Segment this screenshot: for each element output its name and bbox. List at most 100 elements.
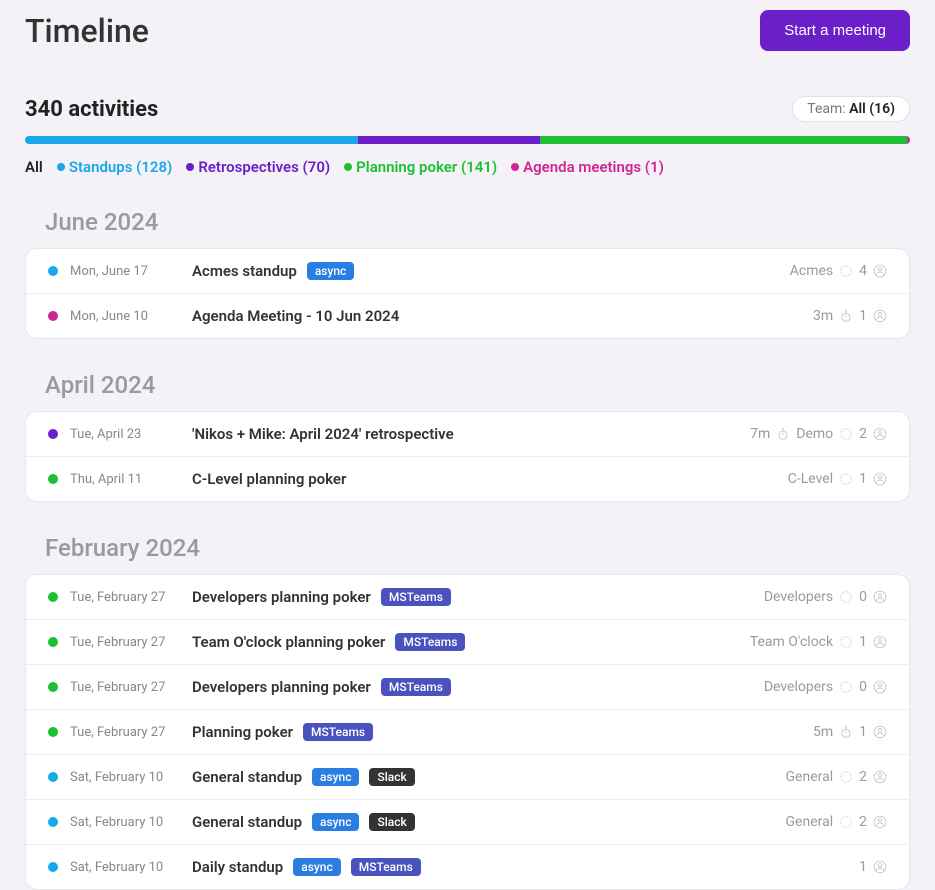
month-heading: April 2024 bbox=[45, 371, 910, 399]
activity-row[interactable]: Sat, February 10Daily standupasyncMSTeam… bbox=[26, 845, 909, 889]
activity-row[interactable]: Sat, February 10General standupasyncSlac… bbox=[26, 755, 909, 800]
filter-planning-poker[interactable]: Planning poker (141) bbox=[344, 158, 497, 176]
activity-type-dot-icon bbox=[48, 474, 58, 484]
async-badge: async bbox=[293, 858, 340, 876]
filter-agenda-meetings[interactable]: Agenda meetings (1) bbox=[511, 158, 664, 176]
team-filter-value: All (16) bbox=[849, 101, 895, 117]
activity-type-dot-icon bbox=[48, 772, 58, 782]
activity-row[interactable]: Tue, February 27 Developers planning poke… bbox=[26, 575, 909, 620]
activity-title-wrap: General standupasyncSlack bbox=[192, 813, 415, 831]
team-filter-pill[interactable]: Team: All (16) bbox=[792, 96, 910, 122]
activity-people-count: 1 bbox=[859, 308, 867, 324]
team-icon bbox=[839, 815, 853, 829]
dot-icon bbox=[57, 163, 65, 171]
activity-people-count: 0 bbox=[859, 679, 867, 695]
stopwatch-icon bbox=[776, 427, 790, 441]
segment-poker bbox=[540, 136, 907, 144]
team-icon bbox=[839, 590, 853, 604]
activity-title: C-Level planning poker bbox=[192, 470, 346, 488]
activity-row[interactable]: Tue, February 27Developers planning poke… bbox=[26, 665, 909, 710]
slack-badge: Slack bbox=[369, 813, 414, 831]
team-icon bbox=[839, 264, 853, 278]
activity-meta: Developers0 bbox=[764, 589, 887, 605]
activity-duration: 5m bbox=[813, 724, 833, 740]
activity-date: Mon, June 17 bbox=[70, 264, 180, 279]
people-icon bbox=[873, 472, 887, 486]
activity-type-dot-icon bbox=[48, 682, 58, 692]
activity-title-wrap: Developers planning pokerMSTeams bbox=[192, 588, 451, 606]
activities-count: 340 activities bbox=[25, 97, 158, 122]
activity-title-wrap: Planning poker MSTeams bbox=[192, 723, 373, 741]
people-icon bbox=[873, 635, 887, 649]
activity-type-dot-icon bbox=[48, 592, 58, 602]
people-icon bbox=[873, 680, 887, 694]
activity-meta: General2 bbox=[786, 814, 887, 830]
activity-title-wrap: C-Level planning poker bbox=[192, 470, 346, 488]
activity-row[interactable]: Tue, April 23'Nikos + Mike: April 2024' … bbox=[26, 412, 909, 457]
activity-date: Tue, February 27 bbox=[70, 590, 180, 605]
activity-team: General bbox=[786, 814, 834, 830]
filter-standups[interactable]: Standups (128) bbox=[57, 158, 173, 176]
activity-title: Acmes standup bbox=[192, 262, 297, 280]
segment-standups bbox=[25, 136, 358, 144]
activity-team: Demo bbox=[796, 426, 833, 442]
activity-meta: Developers 0 bbox=[764, 679, 887, 695]
activity-meta: Acmes 4 bbox=[790, 263, 887, 279]
people-icon bbox=[873, 770, 887, 784]
activity-meta: Team O'clock1 bbox=[750, 634, 887, 650]
activity-title-wrap: General standupasyncSlack bbox=[192, 768, 415, 786]
activity-meta: 7mDemo2 bbox=[750, 426, 887, 442]
activity-title-wrap: Acmes standupasync bbox=[192, 262, 354, 280]
activity-team: Acmes bbox=[790, 263, 833, 279]
segment-retros bbox=[358, 136, 540, 144]
activity-date: Tue, February 27 bbox=[70, 635, 180, 650]
activity-row[interactable]: Mon, June 10Agenda Meeting - 10 Jun 2024… bbox=[26, 294, 909, 338]
activity-type-dot-icon bbox=[48, 637, 58, 647]
people-icon bbox=[873, 725, 887, 739]
activity-row[interactable]: Thu, April 11C-Level planning pokerC-Lev… bbox=[26, 457, 909, 501]
activity-title: Agenda Meeting - 10 Jun 2024 bbox=[192, 307, 399, 325]
dot-icon bbox=[511, 163, 519, 171]
activity-title: Daily standup bbox=[192, 858, 283, 876]
people-icon bbox=[873, 427, 887, 441]
activity-title: Planning poker bbox=[192, 723, 293, 741]
activity-title: 'Nikos + Mike: April 2024' retrospective bbox=[192, 425, 454, 443]
stopwatch-icon bbox=[839, 309, 853, 323]
msteams-badge: MSTeams bbox=[381, 588, 451, 606]
activity-row[interactable]: Tue, February 27 Team O'clock planning po… bbox=[26, 620, 909, 665]
slack-badge: Slack bbox=[369, 768, 414, 786]
activity-title: Team O'clock planning poker bbox=[192, 633, 385, 651]
activity-distribution-bar bbox=[25, 136, 910, 144]
async-badge: async bbox=[312, 813, 359, 831]
team-icon bbox=[839, 635, 853, 649]
activity-team: Developers bbox=[764, 679, 833, 695]
activity-type-dot-icon bbox=[48, 862, 58, 872]
summary-row: 340 activities Team: All (16) bbox=[25, 96, 910, 122]
filter-retrospectives[interactable]: Retrospectives (70) bbox=[186, 158, 330, 176]
team-icon bbox=[839, 472, 853, 486]
activity-meta: General2 bbox=[786, 769, 887, 785]
filter-tabs: All Standups (128) Retrospectives (70) P… bbox=[25, 158, 910, 176]
activity-people-count: 4 bbox=[859, 263, 867, 279]
activity-date: Tue, February 27 bbox=[70, 680, 180, 695]
activity-group: Mon, June 17Acmes standupasyncAcmes4Mon,… bbox=[25, 248, 910, 339]
msteams-badge: MSTeams bbox=[303, 723, 373, 741]
activity-group: Tue, April 23'Nikos + Mike: April 2024' … bbox=[25, 411, 910, 502]
activity-row[interactable]: Mon, June 17 Acmes standupasync Acmes 4 bbox=[26, 249, 909, 294]
activity-type-dot-icon bbox=[48, 311, 58, 321]
start-meeting-button[interactable]: Start a meeting bbox=[760, 10, 910, 51]
segment-agenda bbox=[907, 136, 910, 144]
activity-row[interactable]: Sat, February 10General standupasyncSlac… bbox=[26, 800, 909, 845]
activity-duration: 7m bbox=[750, 426, 770, 442]
activity-title-wrap: Agenda Meeting - 10 Jun 2024 bbox=[192, 307, 399, 325]
activity-team: C-Level bbox=[788, 471, 833, 487]
filter-all[interactable]: All bbox=[25, 158, 43, 176]
activity-people-count: 1 bbox=[859, 471, 867, 487]
month-heading: February 2024 bbox=[45, 534, 910, 562]
filter-poker-label: Planning poker (141) bbox=[356, 158, 497, 176]
activity-meta: C-Level 1 bbox=[788, 471, 887, 487]
filter-agenda-label: Agenda meetings (1) bbox=[523, 158, 664, 176]
activity-type-dot-icon bbox=[48, 266, 58, 276]
activity-row[interactable]: Tue, February 27Planning pokerMSTeams5m1 bbox=[26, 710, 909, 755]
activity-people-count: 0 bbox=[859, 589, 867, 605]
